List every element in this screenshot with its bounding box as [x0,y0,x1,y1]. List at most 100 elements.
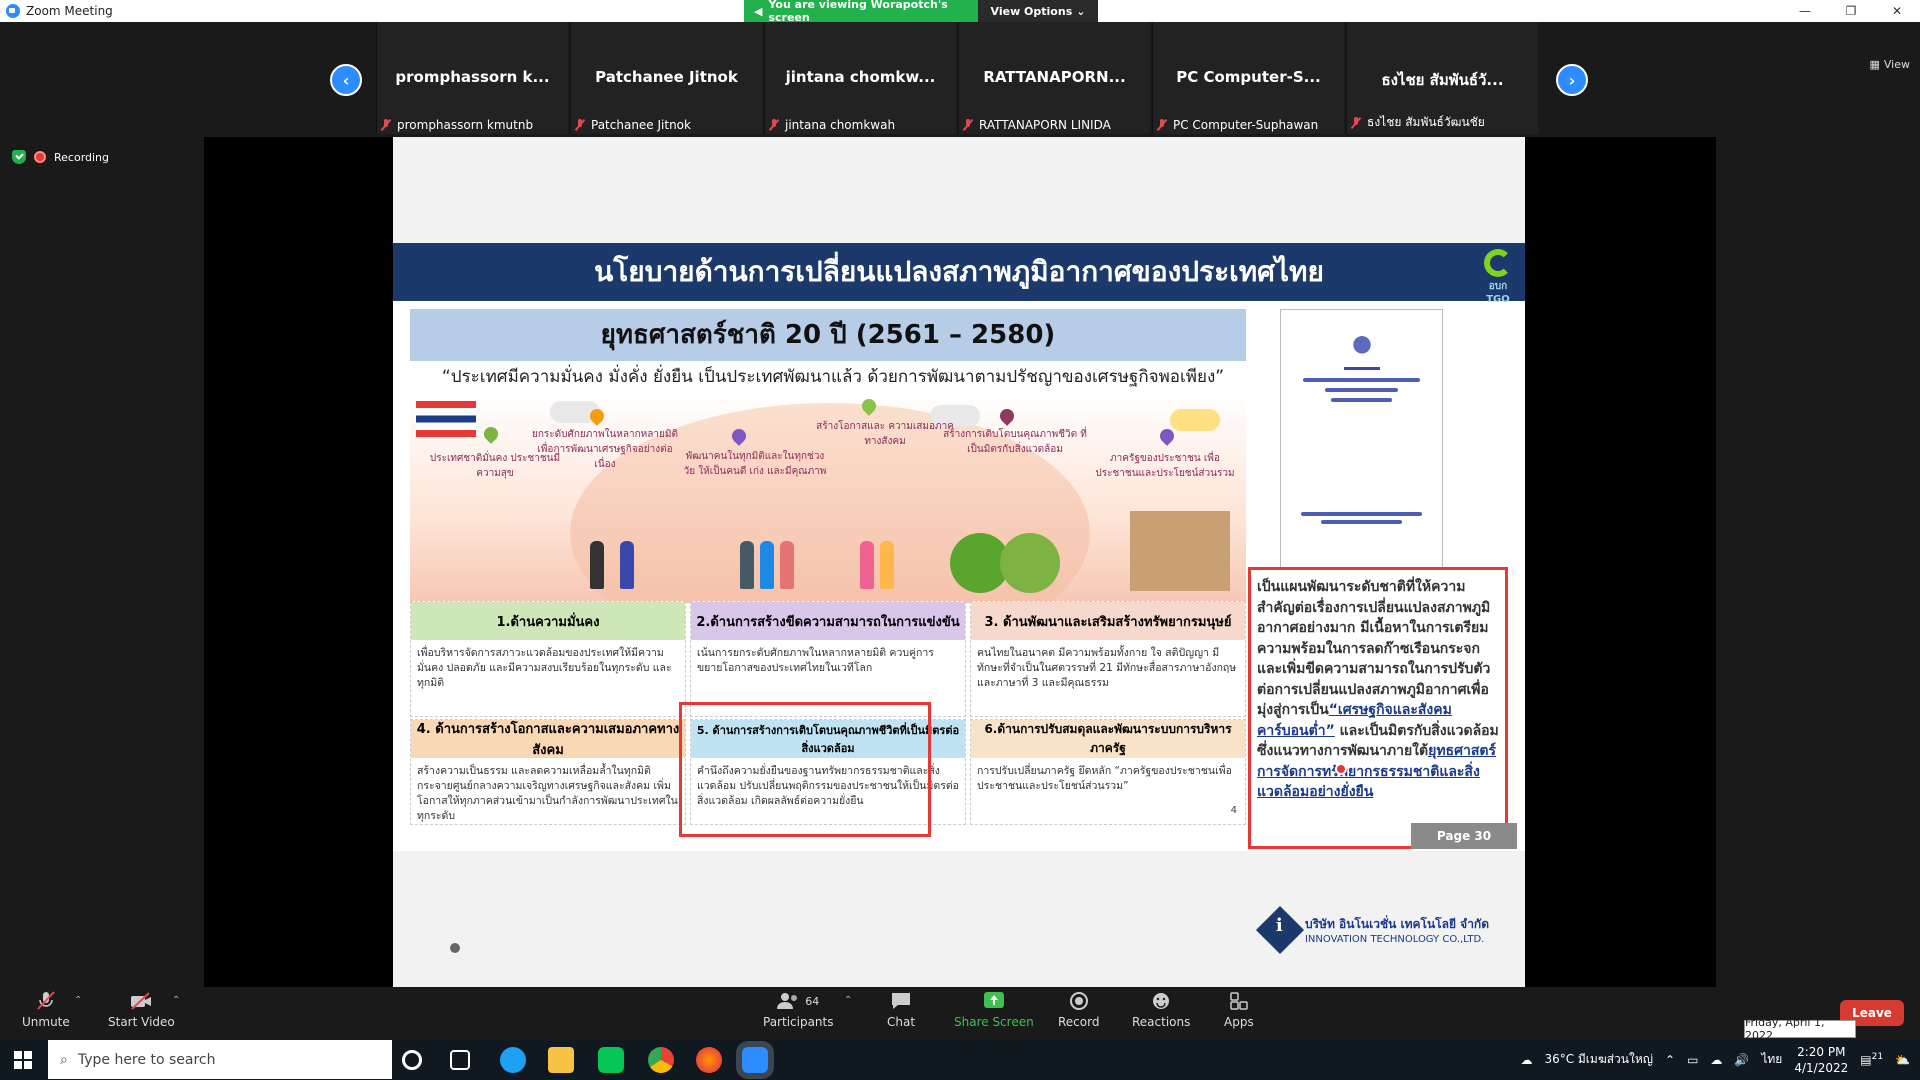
start-video-button[interactable]: Start Video [108,991,175,1029]
minimize-button[interactable]: — [1782,0,1828,22]
mic-muted-icon [1351,116,1361,129]
view-button[interactable]: ▦ View [1869,58,1910,71]
edge-icon[interactable] [500,1047,526,1073]
firefox-icon[interactable] [696,1047,722,1073]
smiley-icon [1153,993,1170,1009]
share-screen-button[interactable]: Share Screen [954,991,1034,1029]
gallery-prev-button[interactable]: ‹ [330,64,362,96]
grid-icon: ▦ [1869,58,1880,71]
slide-banner: นโยบายด้านการเปลี่ยนแปลงสภาพภูมิอากาศของ… [393,243,1525,305]
participant-display-name: Patchanee Jitnok [595,68,738,86]
thai-flag-icon [416,401,476,437]
garuda-emblem-icon [1343,330,1380,370]
security-shield-icon[interactable] [12,150,26,164]
speaker-icon: ◀ [754,4,763,18]
participant-name: promphassorn kmutnb [397,118,534,132]
reactions-button[interactable]: Reactions [1132,991,1190,1029]
participant-display-name: promphassorn k... [395,68,550,86]
mic-muted-icon [963,119,973,131]
cortana-icon[interactable] [402,1050,422,1070]
audio-options-caret[interactable]: ⌃ [74,995,82,1006]
tgo-logo: อบก TGO [1481,249,1515,305]
zoom-taskbar-icon[interactable] [742,1047,768,1073]
window-title: Zoom Meeting [26,4,113,18]
chat-button[interactable]: Chat [887,991,915,1029]
people-icon [777,993,798,1009]
system-tray: ☁ 36°C มีเมฆส่วนใหญ่ ⌃ ▭ ☁ 🔊 ไทย 2:20 PM… [1520,1039,1920,1080]
participant-display-name: ธงไชย สัมพันธ์วั... [1381,71,1504,89]
participant-name: PC Computer-Suphawan [1173,118,1319,132]
participant-name: Patchanee Jitnok [591,118,691,132]
participant-tile[interactable]: RATTANAPORN... RATTANAPORN LINIDA [958,22,1150,134]
zoom-logo-icon [6,4,20,18]
meeting-toolbar: Unmute ⌃ Start Video ⌃ 64 Participants ⌃… [0,987,1920,1039]
strategy-cell: 6.ด้านการปรับสมดุลและพัฒนาระบบการบริหารภ… [970,719,1246,825]
participant-tile[interactable]: jintana chomkw... jintana chomkwah [764,22,956,134]
notification-icon[interactable]: ▤21 [1860,1052,1883,1067]
shared-slide[interactable]: นโยบายด้านการเปลี่ยนแปลงสภาพภูมิอากาศของ… [393,137,1525,987]
map-pin-icon [997,406,1017,426]
taskbar-search-input[interactable]: ⌕ Type here to search [48,1040,392,1079]
participant-tile[interactable]: Patchanee Jitnok Patchanee Jitnok [570,22,762,134]
participants-button[interactable]: 64 Participants [763,991,834,1029]
apps-button[interactable]: Apps [1224,991,1254,1029]
video-off-icon [131,992,152,1010]
network-icon[interactable]: ▭ [1687,1053,1698,1067]
participant-tile[interactable]: promphassorn k... promphassorn kmutnb [376,22,568,134]
chevron-down-icon: ⌄ [1076,4,1086,18]
recording-dot-icon [34,151,46,163]
participant-count: 64 [805,994,820,1008]
record-button[interactable]: Record [1058,991,1099,1029]
weather-sun-icon: ⛅ [1895,1052,1910,1067]
strategy-cell: 1.ด้านความมั่นคง เพื่อบริหารจัดการสภาวะแ… [410,601,686,717]
chrome-icon[interactable] [648,1047,674,1073]
strategy-quote: “ประเทศมีความมั่นคง มั่งคั่ง ยั่งยืน เป็… [441,367,1225,387]
strategy-cell: 3. ด้านพัฒนาและเสริมสร้างทรัพยากรมนุษย์ … [970,601,1246,717]
apps-icon [1230,992,1248,1010]
innovation-logo-icon [1255,905,1305,955]
participant-tile[interactable]: PC Computer-S... PC Computer-Suphawan [1152,22,1344,134]
participant-gallery: ‹ promphassorn k... promphassorn kmutnb … [0,22,1920,136]
volume-icon[interactable]: 🔊 [1734,1053,1749,1067]
map-pin-icon [481,424,501,444]
close-button[interactable]: ✕ [1874,0,1920,22]
search-icon: ⌕ [60,1051,68,1068]
chevron-up-icon[interactable]: ⌃ [1665,1053,1675,1067]
plan-description: เป็นแผนพัฒนาระดับชาติที่ให้ความสำคัญต่อเ… [1257,579,1499,800]
highlight-box [679,702,931,837]
mic-muted-icon [575,119,585,131]
task-view-icon[interactable] [450,1050,470,1070]
windows-start-icon[interactable] [14,1051,32,1069]
mic-muted-icon [1157,119,1167,131]
participant-display-name: RATTANAPORN... [983,68,1126,86]
cloud-icon[interactable]: ☁ [1710,1053,1722,1067]
page-tag: Page 30 [1411,823,1517,849]
recording-label: Recording [54,150,110,164]
gallery-next-button[interactable]: › [1556,64,1588,96]
input-language[interactable]: ไทย [1761,1050,1782,1069]
video-options-caret[interactable]: ⌃ [172,995,180,1006]
unmute-button[interactable]: Unmute [22,991,70,1029]
record-icon [1069,992,1088,1010]
participant-name: RATTANAPORN LINIDA [979,118,1111,132]
participant-display-name: PC Computer-S... [1176,68,1321,86]
participant-tile[interactable]: ธงไชย สัมพันธ์วั... ธงไชย สัมพันธ์วัฒนชั… [1346,22,1538,134]
file-explorer-icon[interactable] [548,1047,574,1073]
participant-display-name: jintana chomkw... [785,68,936,86]
strategy-cell: 4. ด้านการสร้างโอกาสและความเสมอภาคทางสัง… [410,719,686,825]
line-app-icon[interactable] [598,1047,624,1073]
screen-share-banner: ◀ You are viewing Worapotch's screen Vie… [744,0,1098,24]
share-screen-icon [983,992,1004,1008]
view-options-button[interactable]: View Options ⌄ [978,0,1098,22]
participants-caret[interactable]: ⌃ [844,995,852,1006]
national-plan-cover [1280,309,1443,569]
restore-button[interactable]: ❐ [1828,0,1874,22]
recording-indicator: Recording [12,150,109,164]
taskbar-clock[interactable]: 2:20 PM 4/1/2022 [1794,1044,1848,1076]
cell-page-number: 4 [1230,805,1237,816]
mic-muted-icon [37,991,55,1010]
weather-text[interactable]: 36°C มีเมฆส่วนใหญ่ [1544,1050,1653,1069]
participant-name: jintana chomkwah [785,118,896,132]
windows-taskbar: ⌕ Type here to search ☁ 36°C มีเมฆส่วนให… [0,1039,1920,1080]
date-tooltip: Friday, April 1, 2022 [1744,1016,1856,1042]
